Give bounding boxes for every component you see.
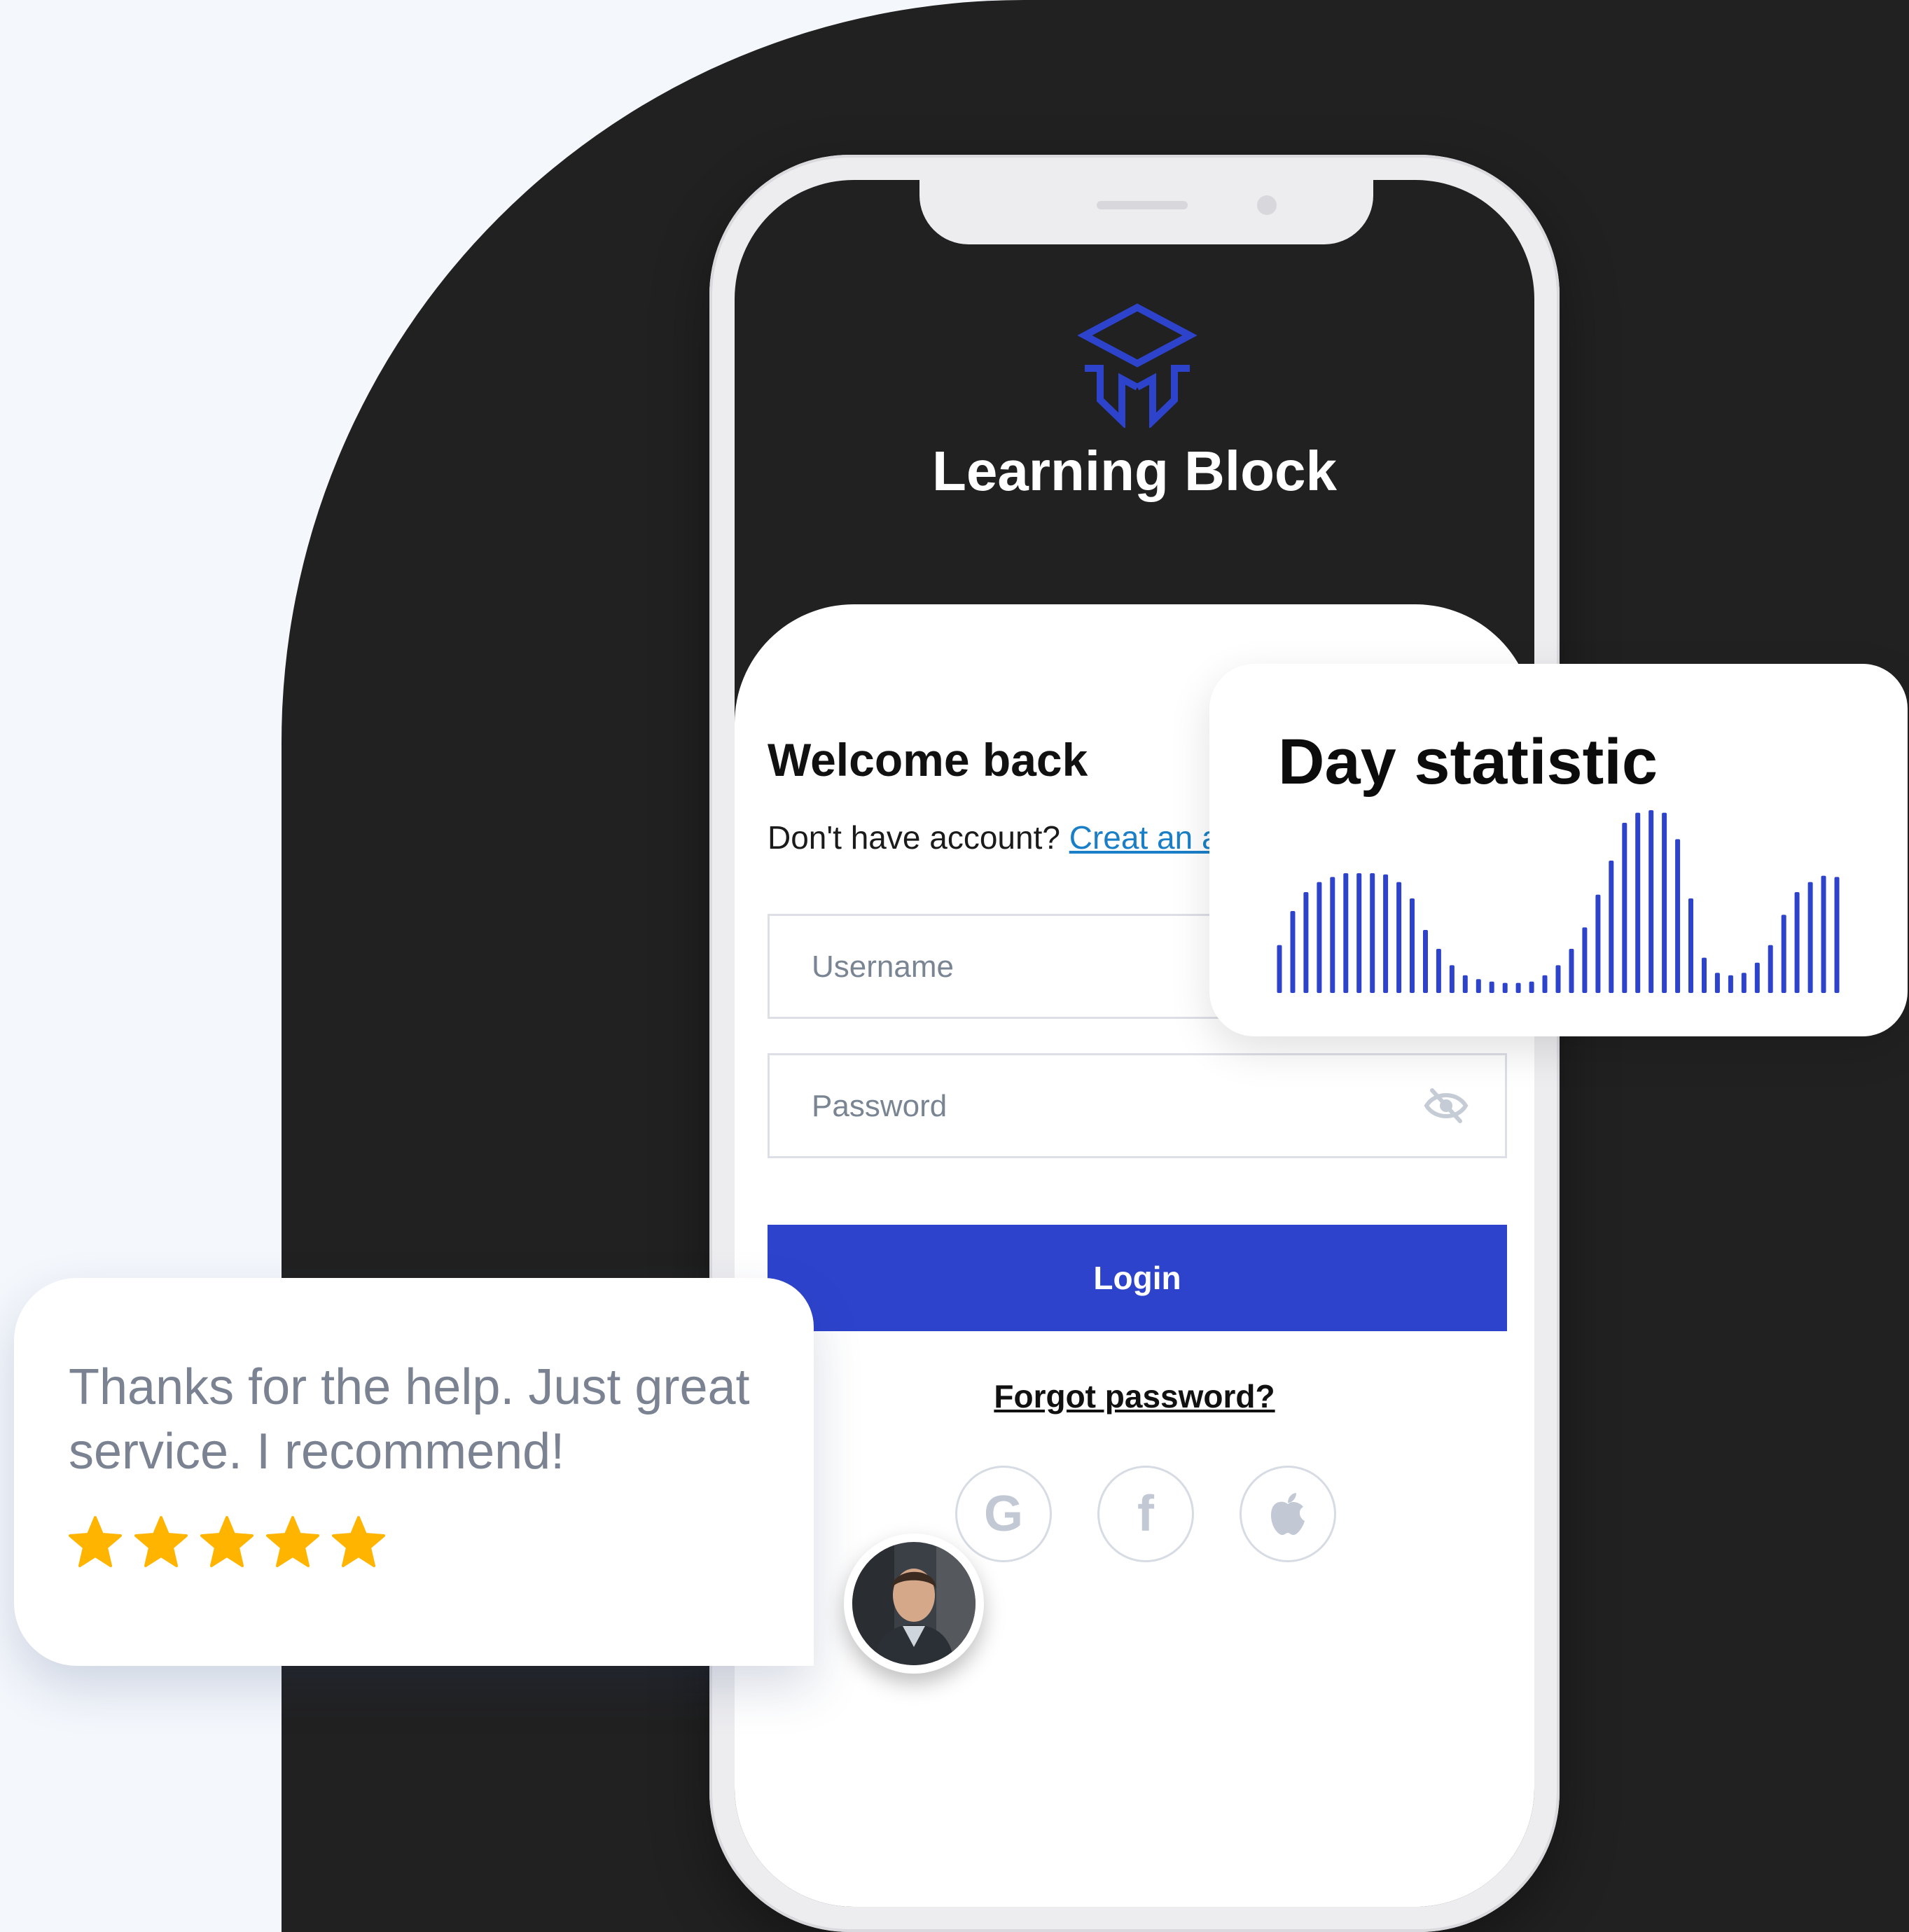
stat-bar	[1383, 874, 1389, 993]
stat-bar	[1489, 981, 1494, 993]
stat-bar	[1317, 882, 1322, 993]
star-icon	[134, 1516, 188, 1567]
stat-bar	[1595, 894, 1601, 993]
phone-mockup: Learning Block Welcome back Don't have a…	[709, 155, 1560, 1932]
stat-bar	[1834, 877, 1840, 993]
google-icon: G	[983, 1486, 1023, 1542]
stat-bar	[1609, 861, 1614, 993]
stat-bar	[1277, 945, 1282, 993]
phone-camera	[1257, 195, 1277, 215]
star-icon	[332, 1516, 385, 1567]
stat-bar	[1794, 892, 1800, 993]
stat-bar	[1343, 873, 1349, 993]
stat-bar	[1821, 875, 1826, 993]
apple-login-button[interactable]	[1240, 1466, 1336, 1562]
stat-bar	[1688, 898, 1693, 993]
stat-bar	[1728, 975, 1733, 993]
review-text: Thanks for the help. Just great service.…	[69, 1359, 750, 1480]
stat-bar	[1436, 949, 1441, 993]
stat-bar	[1702, 957, 1707, 993]
stat-bar	[1423, 930, 1428, 993]
password-field	[768, 1053, 1507, 1158]
eye-off-icon[interactable]	[1424, 1086, 1469, 1125]
stat-bar	[1781, 915, 1786, 993]
stat-bar	[1635, 812, 1641, 993]
signup-prompt-text: Don't have account?	[768, 819, 1060, 856]
create-account-link[interactable]: Creat an a	[1069, 819, 1220, 856]
stat-bar	[1768, 945, 1773, 993]
rating-stars	[67, 1515, 387, 1569]
password-input[interactable]	[810, 1055, 1408, 1158]
login-button[interactable]: Login	[768, 1225, 1507, 1331]
stat-bar	[1807, 882, 1813, 993]
stat-bar	[1648, 810, 1654, 993]
review-card: Thanks for the help. Just great service.…	[14, 1278, 814, 1666]
stat-bar	[1675, 839, 1681, 993]
stat-bar	[1462, 975, 1468, 993]
brand-name: Learning Block	[932, 440, 1337, 502]
stat-bar	[1330, 877, 1335, 993]
stat-bar	[1515, 982, 1521, 993]
stat-bar	[1476, 979, 1481, 993]
stat-bar	[1356, 873, 1362, 993]
stat-bar	[1754, 962, 1760, 993]
stat-bar	[1555, 965, 1561, 993]
day-statistic-chart	[1277, 810, 1840, 993]
stat-bar	[1741, 973, 1747, 993]
signup-prompt: Don't have account? Creat an a	[768, 819, 1220, 856]
stat-bar	[1303, 892, 1309, 993]
stat-bar	[1542, 975, 1548, 993]
star-icon	[69, 1516, 122, 1567]
apple-icon	[1271, 1493, 1305, 1535]
stat-bar	[1622, 823, 1627, 993]
stat-bar	[1290, 911, 1296, 993]
star-icon	[266, 1516, 319, 1567]
learning-block-logo-icon	[1078, 303, 1197, 428]
stat-bar	[1714, 973, 1720, 993]
stat-bar	[1582, 927, 1588, 993]
stat-bar	[1396, 882, 1402, 993]
reviewer-avatar	[844, 1534, 984, 1674]
phone-notch	[919, 180, 1373, 244]
stat-bar	[1569, 949, 1574, 993]
forgot-password-link[interactable]: Forgot password?	[735, 1377, 1534, 1415]
day-statistic-card: Day statistic	[1209, 664, 1908, 1036]
stat-bar	[1410, 898, 1415, 993]
phone-speaker	[1097, 201, 1188, 209]
stat-bar	[1662, 812, 1667, 993]
stat-bar	[1529, 981, 1534, 993]
star-icon	[200, 1516, 254, 1567]
facebook-icon: f	[1137, 1486, 1154, 1542]
welcome-heading: Welcome back	[768, 734, 1088, 786]
stat-bar	[1502, 982, 1508, 993]
stat-bar	[1370, 873, 1375, 993]
facebook-login-button[interactable]: f	[1097, 1466, 1194, 1562]
stat-bar	[1449, 965, 1455, 993]
